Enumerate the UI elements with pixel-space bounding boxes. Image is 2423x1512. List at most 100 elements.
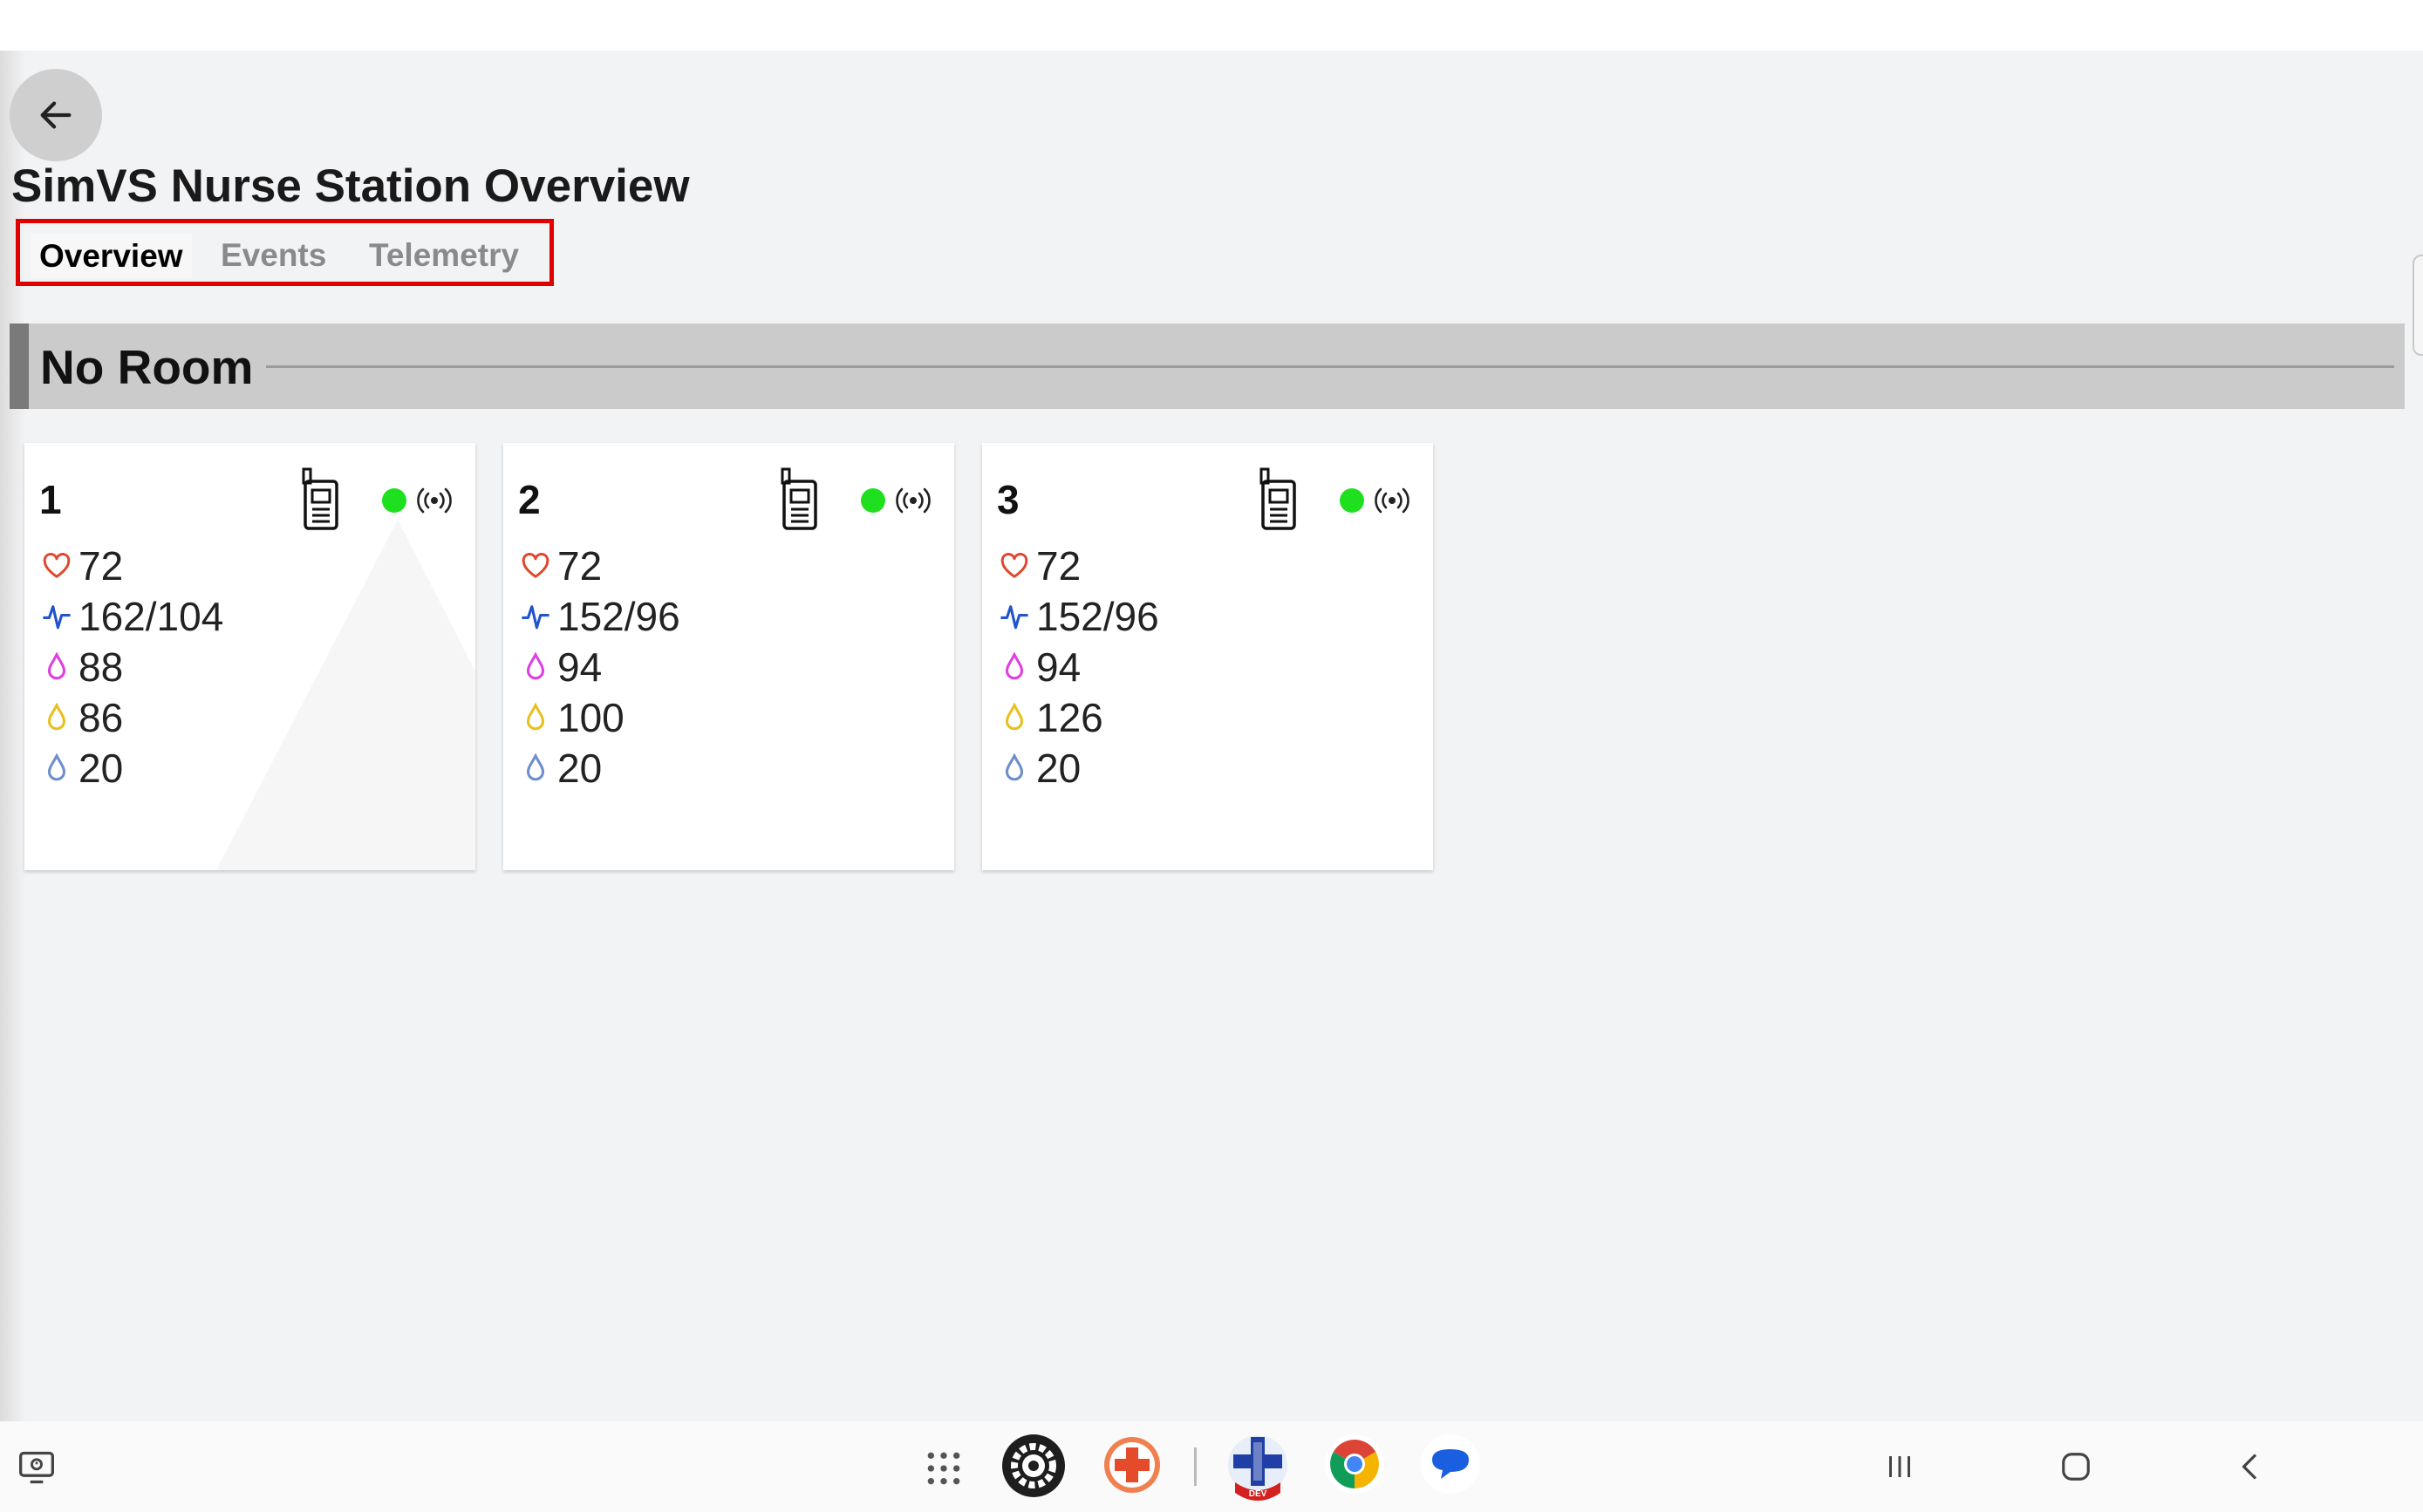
tab-telemetry[interactable]: Telemetry: [369, 237, 519, 274]
drop-icon-magenta: [1005, 652, 1024, 680]
blood-pressure-value: 152/96: [1036, 594, 1159, 639]
drop-icon-yellow: [47, 703, 66, 731]
heart-icon: [43, 553, 71, 578]
magenta-drop-value: 94: [1036, 644, 1082, 690]
broadcast-signal-icon: [896, 487, 931, 514]
drop-icon-magenta: [526, 652, 545, 680]
bed-number: 1: [39, 477, 62, 522]
back-icon: [2242, 1454, 2257, 1480]
status-bar-area: [0, 0, 2423, 51]
room-header-accent: [10, 324, 29, 409]
taskbar: DEV: [0, 1421, 2423, 1512]
app-window: SimVS Nurse Station Overview Overview Ev…: [0, 0, 2423, 1512]
vital-drop-magenta: 88: [42, 642, 223, 692]
tab-bar: Overview Events Telemetry: [16, 219, 554, 286]
settings-app-button[interactable]: [1001, 1434, 1066, 1498]
handheld-device-icon: [1259, 467, 1296, 530]
vital-blood-pressure: 162/104: [42, 591, 223, 642]
bed-card-3[interactable]: 3 72 152/96 94 126 20: [982, 443, 1433, 870]
vital-blood-pressure: 152/96: [1000, 591, 1159, 642]
heart-rate-value: 72: [1036, 543, 1082, 589]
vital-blood-pressure: 152/96: [521, 591, 680, 642]
chrome-app-button[interactable]: [1324, 1434, 1385, 1495]
bed-number: 3: [997, 477, 1020, 522]
side-panel-handle[interactable]: [2413, 255, 2423, 356]
blue-drop-value: 20: [557, 746, 603, 791]
pulse-waveform-icon: [522, 605, 549, 630]
vitals-list: 72 152/96 94 126 20: [1000, 541, 1159, 793]
messages-app-button[interactable]: [1420, 1434, 1481, 1495]
vital-drop-yellow: 86: [42, 692, 223, 743]
room-title: No Room: [40, 340, 254, 394]
drop-icon-yellow: [1005, 703, 1024, 731]
simvs-dev-app-button[interactable]: DEV: [1225, 1430, 1291, 1503]
yellow-drop-value: 100: [557, 695, 625, 740]
arrow-left-icon: [40, 101, 72, 129]
drop-icon-magenta: [47, 652, 66, 680]
vital-drop-magenta: 94: [1000, 642, 1159, 692]
vitals-list: 72 152/96 94 100 20: [521, 541, 680, 793]
blood-pressure-value: 162/104: [78, 594, 224, 639]
vital-heart-rate: 72: [1000, 541, 1159, 591]
drop-icon-blue: [47, 753, 66, 781]
magenta-drop-value: 94: [557, 644, 603, 690]
bed-card-2[interactable]: 2 72 152/96 94 100 20: [503, 443, 954, 870]
vital-heart-rate: 72: [521, 541, 680, 591]
yellow-drop-value: 86: [78, 695, 124, 740]
status-dot-icon: [861, 488, 885, 513]
status-dot-icon: [382, 488, 406, 513]
handheld-device-icon: [302, 467, 338, 530]
blue-drop-value: 20: [78, 746, 124, 791]
vital-drop-blue: 20: [42, 743, 223, 793]
vitals-list: 72 162/104 88 86 20: [42, 541, 223, 793]
drop-icon-blue: [526, 753, 545, 781]
handheld-device-icon: [781, 467, 817, 530]
app-grid-icon: [927, 1452, 960, 1485]
magenta-drop-value: 88: [78, 644, 124, 690]
recents-icon: [1889, 1456, 1910, 1477]
vital-drop-blue: 20: [521, 743, 680, 793]
messages-app-icon: [1421, 1434, 1480, 1494]
screen-recorder-icon: [19, 1451, 54, 1484]
app-grid-button[interactable]: [921, 1446, 966, 1491]
blue-drop-value: 20: [1036, 746, 1082, 791]
home-icon: [2062, 1453, 2090, 1481]
tab-overview[interactable]: Overview: [31, 234, 192, 278]
yellow-drop-value: 126: [1036, 695, 1103, 740]
blood-pressure-value: 152/96: [557, 594, 680, 639]
heart-rate-value: 72: [78, 543, 124, 589]
vital-drop-blue: 20: [1000, 743, 1159, 793]
status-dot-icon: [1340, 488, 1364, 513]
tab-events[interactable]: Events: [221, 237, 326, 274]
pulse-waveform-icon: [43, 605, 71, 630]
broadcast-signal-icon: [1375, 487, 1409, 514]
dev-badge-text: DEV: [1249, 1489, 1267, 1499]
vital-drop-yellow: 126: [1000, 692, 1159, 743]
home-nav-button[interactable]: [2057, 1446, 2095, 1488]
heart-rate-value: 72: [557, 543, 603, 589]
taskbar-divider: [1194, 1447, 1197, 1486]
page-title: SimVS Nurse Station Overview: [11, 160, 690, 212]
settings-app-icon: [1002, 1434, 1065, 1497]
vital-heart-rate: 72: [42, 541, 223, 591]
recents-nav-button[interactable]: [1882, 1446, 1917, 1488]
heart-icon: [522, 553, 549, 578]
vital-drop-magenta: 94: [521, 642, 680, 692]
room-header-divider: [266, 365, 2394, 368]
bed-card-1[interactable]: 1 72 162/104 88 86 20: [24, 443, 475, 870]
medical-cross-app-button[interactable]: [1102, 1435, 1162, 1495]
bed-number: 2: [518, 477, 541, 522]
drop-icon-blue: [1005, 753, 1024, 781]
simvs-dev-app-icon: DEV: [1228, 1435, 1287, 1501]
drop-icon-yellow: [526, 703, 545, 731]
back-button[interactable]: [10, 69, 102, 161]
medical-cross-app-icon: [1104, 1437, 1160, 1493]
vital-drop-yellow: 100: [521, 692, 680, 743]
chrome-app-icon: [1325, 1434, 1384, 1494]
back-nav-button[interactable]: [2233, 1446, 2268, 1488]
pulse-waveform-icon: [1000, 605, 1028, 630]
heart-icon: [1000, 553, 1028, 578]
broadcast-signal-icon: [417, 487, 452, 514]
screen-recorder-button[interactable]: [16, 1447, 58, 1488]
room-section-header: No Room: [10, 324, 2405, 409]
